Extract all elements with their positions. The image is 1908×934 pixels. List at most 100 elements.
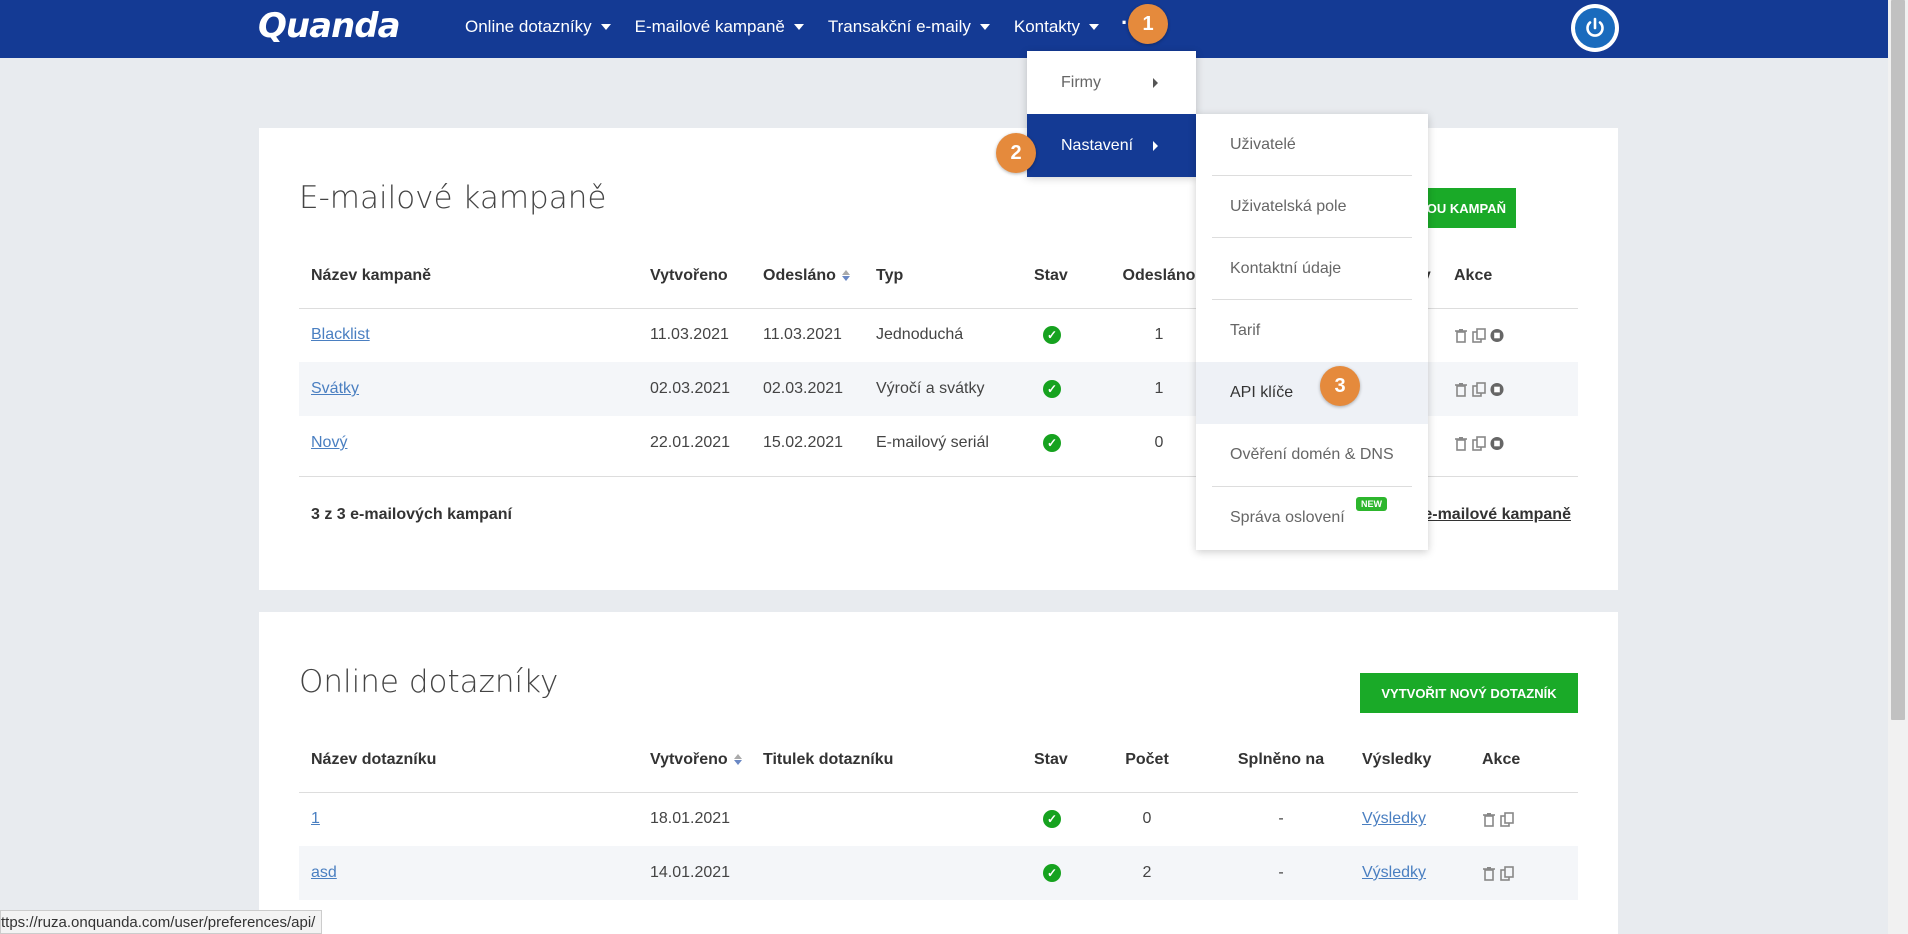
stop-icon[interactable]: [1490, 328, 1504, 343]
status-ok-icon: ✓: [1043, 810, 1061, 829]
table-row: 1 18.01.2021 ✓ 0 - Výsledky: [299, 792, 1578, 846]
col-header: Titulek dotazníku: [751, 729, 1022, 793]
created-date: 02.03.2021: [638, 362, 751, 416]
results-link[interactable]: Výsledky: [1362, 810, 1426, 827]
logout-button[interactable]: [1571, 4, 1619, 52]
campaign-type: E-mailový seriál: [876, 434, 989, 451]
submenu-item-sprava-osloveni[interactable]: Správa oslovení: [1196, 487, 1428, 549]
created-date: 11.03.2021: [650, 326, 729, 344]
trash-icon[interactable]: [1454, 382, 1468, 397]
stop-icon[interactable]: [1490, 436, 1504, 451]
sent-date: 02.03.2021: [751, 362, 864, 416]
survey-title: [751, 792, 1022, 846]
campaign-link[interactable]: Svátky: [311, 380, 359, 397]
status-ok-icon: ✓: [1043, 326, 1061, 345]
surveys-title: Online dotazníky: [299, 664, 559, 700]
surveys-table: Název dotazníku Vytvořeno Titulek dotazn…: [299, 729, 1578, 900]
sort-icon: [841, 269, 850, 281]
sent-count: 0: [1154, 434, 1164, 451]
power-icon: [1575, 8, 1615, 48]
col-header: Splněno na: [1212, 729, 1350, 793]
step-badge-2: 2: [996, 133, 1036, 173]
campaigns-count: 3 z 3 e-mailových kampaní: [311, 506, 512, 523]
col-header: Počet: [1082, 729, 1212, 793]
copy-icon[interactable]: [1500, 865, 1514, 881]
trash-icon[interactable]: [1454, 436, 1468, 451]
new-badge: NEW: [1356, 497, 1387, 511]
sent-count: 1: [1154, 326, 1164, 344]
table-row: asd 14.01.2021 ✓ 2 - Výsledky: [299, 846, 1578, 900]
row-actions: [1482, 865, 1578, 881]
main-nav: Online dotazníky E-mailové kampaně Trans…: [465, 0, 1146, 54]
submenu-item-api-klice[interactable]: API klíče: [1196, 362, 1428, 424]
col-header-sortable[interactable]: Odesláno: [751, 245, 864, 309]
campaigns-title: E-mailové kampaně: [299, 180, 607, 216]
menu-item-firmy[interactable]: Firmy: [1027, 51, 1196, 114]
col-header: Vytvořeno: [638, 245, 751, 309]
nav-kontakty[interactable]: Kontakty: [1013, 17, 1100, 37]
status-ok-icon: ✓: [1043, 864, 1061, 882]
submenu-item-uzivatele[interactable]: Uživatelé: [1196, 114, 1428, 176]
copy-icon[interactable]: [1472, 435, 1486, 451]
results-link[interactable]: Výsledky: [1362, 864, 1426, 881]
more-dropdown: Firmy Nastavení: [1027, 51, 1196, 177]
row-actions: [1454, 435, 1578, 451]
campaign-link[interactable]: Blacklist: [311, 326, 370, 343]
copy-icon[interactable]: [1472, 381, 1486, 397]
campaign-link[interactable]: Nový: [311, 434, 347, 451]
quanda-logo[interactable]: Quanda: [258, 6, 401, 46]
submenu-item-tarif[interactable]: Tarif: [1196, 300, 1428, 362]
sent-date: 11.03.2021: [763, 326, 842, 344]
campaign-type: Jednoduchá: [876, 326, 964, 344]
chevron-right-icon: [1153, 77, 1158, 88]
sent-date: 15.02.2021: [763, 434, 844, 451]
col-header: Název kampaně: [299, 245, 638, 309]
step-badge-1: 1: [1128, 4, 1168, 44]
col-header-sortable[interactable]: Vytvořeno: [638, 729, 751, 793]
all-campaigns-link[interactable]: y e-mailové kampaně: [1410, 506, 1571, 524]
stop-icon[interactable]: [1490, 382, 1504, 397]
page-scrollbar[interactable]: [1888, 0, 1908, 934]
submenu-item-kontaktni-udaje[interactable]: Kontaktní údaje: [1196, 238, 1428, 300]
settings-submenu: Uživatelé Uživatelská pole Kontaktní úda…: [1196, 114, 1428, 550]
col-header: Odesláno: [1082, 245, 1212, 309]
row-actions: [1482, 811, 1578, 827]
new-survey-button[interactable]: VYTVOŘIT NOVÝ DOTAZNÍK: [1360, 673, 1578, 713]
campaign-type: Výročí a svátky: [864, 362, 1022, 416]
nav-emailove-kampane[interactable]: E-mailové kampaně: [635, 17, 804, 37]
survey-link[interactable]: 1: [311, 810, 320, 827]
nav-transakcni-emaily[interactable]: Transakční e-maily: [828, 17, 990, 37]
survey-link[interactable]: asd: [311, 864, 337, 881]
col-header: Akce: [1442, 245, 1578, 309]
nav-label: Online dotazníky: [465, 17, 592, 36]
response-count: 0: [1142, 810, 1152, 828]
col-header: Stav: [1022, 245, 1082, 309]
surveys-card: Online dotazníky VYTVOŘIT NOVÝ DOTAZNÍK …: [259, 612, 1618, 934]
sent-count: 1: [1082, 362, 1212, 416]
trash-icon[interactable]: [1454, 328, 1468, 343]
submenu-item-overeni-domen[interactable]: Ověření domén & DNS: [1196, 424, 1428, 486]
chevron-down-icon: [979, 24, 990, 30]
chevron-right-icon: [1153, 140, 1158, 151]
chevron-down-icon: [1089, 24, 1100, 30]
status-ok-icon: ✓: [1043, 380, 1061, 398]
done-value: -: [1212, 846, 1350, 900]
trash-icon[interactable]: [1482, 812, 1496, 827]
submenu-item-uzivatelska-pole[interactable]: Uživatelská pole: [1196, 176, 1428, 238]
sort-icon: [733, 753, 742, 765]
copy-icon[interactable]: [1500, 811, 1514, 827]
copy-icon[interactable]: [1472, 327, 1486, 343]
response-count: 2: [1082, 846, 1212, 900]
status-ok-icon: ✓: [1043, 434, 1061, 452]
survey-title: [751, 846, 1022, 900]
menu-item-nastaveni[interactable]: Nastavení: [1027, 114, 1196, 177]
nav-online-dotazniky[interactable]: Online dotazníky: [465, 17, 611, 37]
scrollbar-thumb[interactable]: [1891, 0, 1905, 720]
nav-label: Transakční e-maily: [827, 17, 971, 36]
col-header: Akce: [1462, 729, 1578, 793]
trash-icon[interactable]: [1482, 866, 1496, 881]
col-header-label: Vytvořeno: [650, 751, 728, 769]
chevron-down-icon: [793, 24, 804, 30]
created-date: 14.01.2021: [638, 846, 751, 900]
nav-label: Kontakty: [1013, 17, 1081, 36]
